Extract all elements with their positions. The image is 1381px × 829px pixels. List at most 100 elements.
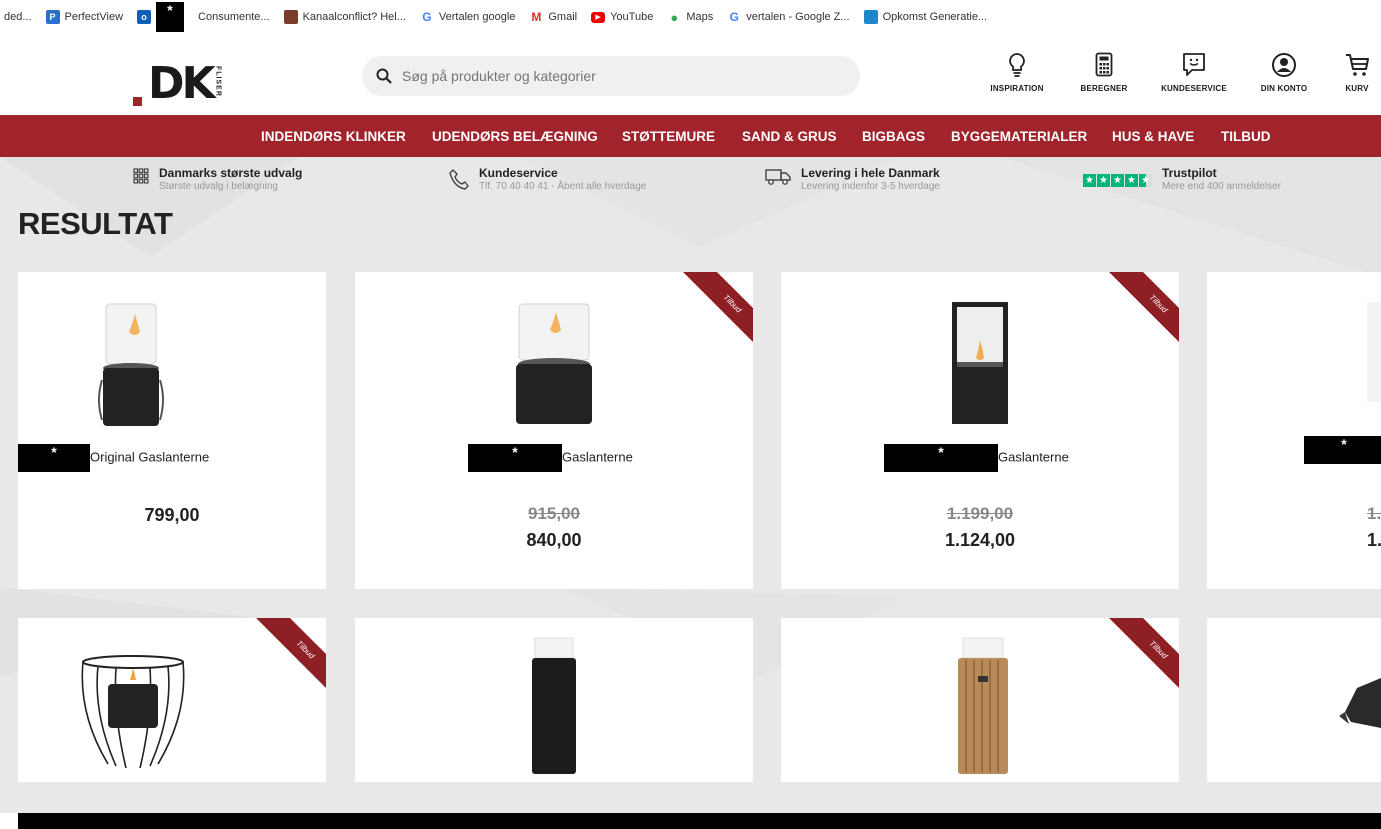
product-name-text: Gaslanterne [562,449,633,465]
usp-trustpilot: ★ ★ ★ ★ ★ Trustpilot Mere end 400 anmeld… [1083,166,1281,192]
kurv-label: KURV [1345,84,1369,93]
bookmark-item[interactable]: ▶ YouTube [591,11,653,23]
gas-lantern-image [516,303,592,424]
gmail-icon: M [531,10,542,24]
gas-lantern-image [98,303,164,426]
bookmark-item[interactable]: P PerfectView [45,10,123,24]
bookmark-label: Opkomst Generatie... [882,11,988,23]
usp-subtitle: Levering indenfor 3-5 hverdage [801,181,940,192]
nav-item-indendors-klinker[interactable]: INDENDØRS KLINKER [261,129,406,144]
bookmark-item[interactable]: Consumente... [198,11,270,23]
outlook-icon: o [137,10,152,24]
bookmark-item[interactable]: o * [137,2,185,32]
usp-title: Danmarks største udvalg [159,166,303,180]
beregner-label: BEREGNER [1080,84,1128,93]
usp-title: Trustpilot [1162,166,1217,180]
product-card[interactable]: * 1. 1. [1207,272,1381,589]
nav-item-sand-grus[interactable]: SAND & GRUS [742,129,837,144]
search-bar[interactable] [362,56,860,96]
din-konto-label: DIN KONTO [1260,84,1308,93]
bookmark-label: Gmail [548,11,578,23]
nav-item-hus-have[interactable]: HUS & HAVE [1112,129,1194,144]
google-icon: G [729,10,739,24]
site-logo[interactable]: DK FLISER [133,50,222,106]
nav-item-tilbud[interactable]: TILBUD [1221,129,1271,144]
maps-icon: ● [670,9,679,25]
usp-subtitle: Tlf. 70 40 40 41 - Åbent alle hverdage [479,181,647,192]
nav-item-stottemure[interactable]: STØTTEMURE [622,129,715,144]
bookmark-item[interactable]: ● Maps [667,9,714,25]
product-name[interactable]: * Gaslanterne [884,444,1069,472]
redacted-label: * [156,2,185,32]
product-card[interactable]: Tilbud * Gaslanterne 915,00 840,00 [355,272,753,589]
bookmark-label: Vertalen google [438,11,516,23]
bookmark-item[interactable]: Kanaalconflict? Hel... [283,10,406,24]
pillar-lantern-image [532,637,576,774]
nav-item-bigbags[interactable]: BIGBAGS [862,129,925,144]
product-name-text: Gaslanterne [998,449,1069,465]
user-icon [1272,53,1296,77]
lightbulb-icon [1009,53,1025,77]
product-card[interactable] [1207,618,1381,782]
bookmark-item[interactable]: M Gmail [529,10,577,24]
bookmark-item[interactable]: G Vertalen google [420,10,515,24]
usp-title: Kundeservice [479,166,558,180]
nav-item-byggematerialer[interactable]: BYGGEMATERIALER [951,129,1087,144]
redacted-label: * [18,444,90,472]
product-price: 840,00 [526,530,582,550]
product-old-price: 915,00 [528,504,580,523]
search-icon [376,68,392,84]
usp-subtitle: Største udvalg i belægning [159,181,278,192]
din-konto-button[interactable]: DIN KONTO [1239,52,1329,93]
cage-lantern-image [81,655,185,769]
logo-text: DK [148,58,216,109]
beregner-button[interactable]: BEREGNER [1059,52,1149,93]
google-icon: G [422,10,432,24]
bookmark-label: Kanaalconflict? Hel... [302,11,406,23]
logo-dot [133,97,142,106]
product-old-price: 1.199,00 [946,504,1014,523]
bookmark-item[interactable]: ded... [4,11,32,23]
product-card[interactable]: Tilbud [18,618,326,782]
product-name[interactable]: * Original Gaslanterne [18,444,209,472]
kundeservice-button[interactable]: KUNDESERVICE [1149,52,1239,93]
kurv-button[interactable]: KURV [1329,52,1381,93]
bookmark-item[interactable]: G vertalen - Google Z... [727,10,850,24]
chat-icon [1183,53,1205,76]
site-icon [283,10,298,24]
usp-udvalg: Danmarks største udvalg Største udvalg i… [133,166,302,192]
product-card[interactable]: Tilbud [781,618,1179,782]
inspiration-label: INSPIRATION [990,84,1044,93]
bookmark-label: Maps [686,11,714,23]
nav-item-udendors-belaegning[interactable]: UDENDØRS BELÆGNING [432,129,598,144]
gas-lantern-image [1367,302,1381,402]
perfectview-icon: P [45,10,60,24]
trustpilot-stars-icon: ★ ★ ★ ★ ★ [1083,174,1152,187]
product-card[interactable]: Tilbud * Gaslanterne 1.199,00 1.124,00 [781,272,1179,589]
product-name[interactable]: * Gaslanterne [468,444,633,472]
cart-icon [1346,54,1369,76]
product-card[interactable] [355,618,753,782]
header-icons: INSPIRATION BEREGNER KUNDESERVICE DIN KO… [975,52,1381,93]
usp-title: Levering i hele Danmark [801,166,940,180]
usp-levering: Levering i hele Danmark Levering indenfo… [765,166,940,192]
product-card[interactable]: * Original Gaslanterne 799,00 [18,272,326,589]
product-name[interactable]: * [1304,436,1381,464]
bookmark-item[interactable]: Opkomst Generatie... [863,10,988,24]
search-input[interactable] [402,68,822,84]
product-image [1339,678,1381,728]
product-price: 1.124,00 [944,530,1016,550]
phone-icon [449,169,469,190]
bookmarks-bar: ded... P PerfectView o * Consumente... K… [0,0,1381,34]
main-nav: INDENDØRS KLINKER UDENDØRS BELÆGNING STØ… [0,115,1381,157]
gas-lantern-image [952,302,1008,424]
usp-subtitle: Mere end 400 anmeldelser [1162,181,1281,192]
tilbud-ribbon: Tilbud [243,618,326,712]
tilbud-ribbon: Tilbud [670,272,753,366]
kundeservice-label: KUNDESERVICE [1161,84,1227,93]
product-old-price: 1. [1367,504,1381,523]
site-header: DK FLISER INSPIRATION BEREGNER KUNDESERV… [0,34,1381,115]
inspiration-button[interactable]: INSPIRATION [975,52,1059,93]
bookmark-label: Consumente... [198,11,270,23]
redacted-label: * [1304,436,1381,464]
